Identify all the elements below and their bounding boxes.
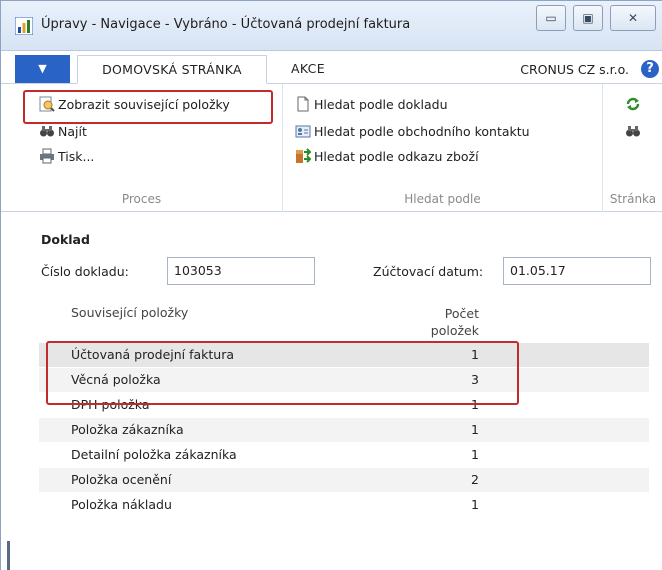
column-header-count-line2: položek bbox=[430, 323, 479, 338]
document-icon bbox=[295, 96, 311, 112]
table-row[interactable]: Položka ocenění 2 bbox=[39, 468, 649, 493]
ribbon-group-stranka: Stránka bbox=[603, 84, 662, 212]
find-by-document-label: Hledat podle dokladu bbox=[314, 97, 448, 112]
highlight-box-rows bbox=[46, 341, 519, 405]
close-button[interactable]: ✕ bbox=[610, 5, 656, 31]
find-by-item-reference-label: Hledat podle odkazu zboží bbox=[314, 149, 479, 164]
row-name: Položka ocenění bbox=[71, 472, 172, 487]
document-no-field[interactable]: 103053 bbox=[167, 257, 315, 285]
highlight-box-ribbon bbox=[23, 90, 273, 124]
table-row[interactable]: Položka zákazníka 1 bbox=[39, 418, 649, 443]
printer-icon bbox=[39, 148, 55, 164]
table-row[interactable]: Položka nákladu 1 bbox=[39, 493, 649, 518]
grid-header: Související položky Počet položek bbox=[39, 287, 649, 343]
print-label: Tisk... bbox=[58, 149, 95, 164]
column-header-name[interactable]: Související položky bbox=[71, 305, 188, 320]
binoculars-icon bbox=[625, 123, 641, 139]
window-title: Úpravy - Navigace - Vybráno - Účtovaná p… bbox=[41, 17, 411, 32]
chevron-down-icon: ▼ bbox=[38, 62, 47, 75]
row-name: Položka nákladu bbox=[71, 497, 172, 512]
find-by-contact-button[interactable]: Hledat podle obchodního kontaktu bbox=[295, 120, 530, 144]
column-header-count[interactable]: Počet položek bbox=[419, 305, 479, 339]
tab-home[interactable]: DOMOVSKÁ STRÁNKA bbox=[77, 55, 267, 84]
find-label: Najít bbox=[58, 124, 87, 139]
window-edge-marker bbox=[7, 541, 10, 570]
close-icon: ✕ bbox=[627, 11, 639, 25]
document-no-label: Číslo dokladu: bbox=[41, 264, 129, 279]
binoculars-icon bbox=[39, 123, 55, 139]
posting-date-field[interactable]: 01.05.17 bbox=[503, 257, 651, 285]
row-name: Položka zákazníka bbox=[71, 422, 184, 437]
minimize-button[interactable]: ▭ bbox=[536, 5, 566, 31]
section-title-doklad: Doklad bbox=[41, 232, 90, 247]
ribbon-group-hledat: Hledat podle dokladu Hledat podle obchod… bbox=[283, 84, 603, 212]
company-name: CRONUS CZ s.r.o. bbox=[520, 62, 629, 77]
row-count[interactable]: 1 bbox=[429, 497, 479, 512]
row-name: Detailní položka zákazníka bbox=[71, 447, 237, 462]
refresh-icon bbox=[625, 96, 641, 112]
maximize-icon: ▣ bbox=[582, 11, 594, 25]
row-count[interactable]: 2 bbox=[429, 472, 479, 487]
maximize-button[interactable]: ▣ bbox=[573, 5, 603, 31]
page-find-button[interactable] bbox=[625, 120, 644, 144]
find-by-item-reference-button[interactable]: Hledat podle odkazu zboží bbox=[295, 145, 479, 169]
contact-card-icon bbox=[295, 123, 311, 139]
app-chart-icon bbox=[14, 16, 34, 36]
title-bar: Úpravy - Navigace - Vybráno - Účtovaná p… bbox=[1, 1, 662, 51]
window: Úpravy - Navigace - Vybráno - Účtovaná p… bbox=[0, 0, 662, 570]
table-row[interactable]: Detailní položka zákazníka 1 bbox=[39, 443, 649, 468]
minimize-icon: ▭ bbox=[545, 11, 557, 25]
refresh-button[interactable] bbox=[625, 93, 644, 117]
file-menu-button[interactable]: ▼ bbox=[15, 55, 70, 83]
help-icon[interactable]: ? bbox=[641, 60, 659, 78]
group-label-proces: Proces bbox=[121, 192, 162, 206]
tab-actions[interactable]: AKCE bbox=[291, 55, 325, 84]
print-button[interactable]: Tisk... bbox=[39, 145, 94, 169]
column-header-count-line1: Počet bbox=[444, 306, 479, 321]
posting-date-label: Zúčtovací datum: bbox=[373, 264, 484, 279]
related-entries-grid: Související položky Počet položek Účtova… bbox=[39, 287, 649, 570]
row-count[interactable]: 1 bbox=[429, 422, 479, 437]
find-by-document-button[interactable]: Hledat podle dokladu bbox=[295, 93, 448, 117]
row-count[interactable]: 1 bbox=[429, 447, 479, 462]
find-by-contact-label: Hledat podle obchodního kontaktu bbox=[314, 124, 530, 139]
group-label-hledat: Hledat podle bbox=[404, 192, 481, 206]
ribbon-tabs: ▼ DOMOVSKÁ STRÁNKA AKCE CRONUS CZ s.r.o.… bbox=[1, 51, 662, 84]
item-reference-icon bbox=[295, 148, 312, 164]
group-label-stranka: Stránka bbox=[609, 192, 657, 206]
